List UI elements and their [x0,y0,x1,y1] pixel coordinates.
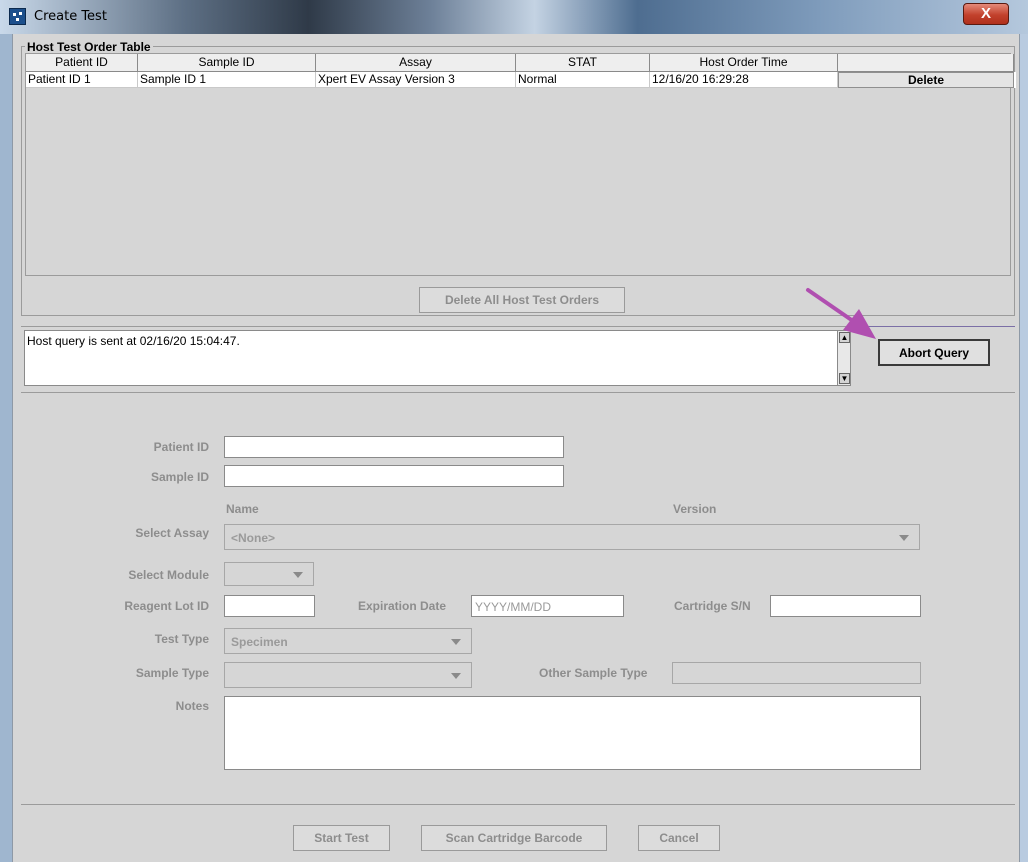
test-type-label: Test Type [154,632,209,646]
close-button[interactable]: X [963,3,1009,25]
expiration-date-label: Expiration Date [358,599,447,613]
host-test-order-group: Host Test Order Table Patient ID Sample … [21,40,1016,316]
select-assay-dropdown[interactable]: <None> [224,524,920,550]
group-label: Host Test Order Table [25,40,153,54]
panel-separator [21,392,1015,393]
dialog-content: Host Test Order Table Patient ID Sample … [12,34,1020,862]
chevron-down-icon [293,572,303,578]
stat-cell[interactable]: Normal [516,72,650,88]
sample-type-dropdown[interactable] [224,662,472,688]
column-header[interactable] [838,54,1014,72]
reagent-lot-label: Reagent Lot ID [124,599,209,613]
scan-cartridge-barcode-button[interactable]: Scan Cartridge Barcode [421,825,607,851]
patient-id-cell[interactable]: Patient ID 1 [26,72,138,88]
patient-id-input[interactable] [224,436,564,458]
select-module-dropdown[interactable] [224,562,314,586]
select-assay-value: <None> [231,531,276,545]
reagent-lot-input[interactable] [224,595,315,617]
query-status-text: Host query is sent at 02/16/20 15:04:47. [24,330,838,386]
assay-name-header: Name [226,502,259,516]
app-icon [9,8,26,25]
start-test-button[interactable]: Start Test [293,825,390,851]
assay-cell[interactable]: Xpert EV Assay Version 3 [316,72,516,88]
table-header: Patient ID Sample ID Assay STAT Host Ord… [26,54,1016,72]
column-header[interactable]: Assay [316,54,516,72]
sample-id-input[interactable] [224,465,564,487]
scroll-up-icon[interactable]: ▲ [839,332,850,343]
cancel-button[interactable]: Cancel [638,825,720,851]
assay-version-header: Version [673,502,717,516]
column-header[interactable]: STAT [516,54,650,72]
query-scrollbar[interactable]: ▲ ▼ [837,330,851,386]
select-assay-label: Select Assay [135,526,209,540]
expiration-date-input[interactable]: YYYY/MM/DD [471,595,624,617]
expiration-placeholder: YYYY/MM/DD [475,600,552,614]
delete-all-host-orders-button[interactable]: Delete All Host Test Orders [419,287,625,313]
host-order-table: Patient ID Sample ID Assay STAT Host Ord… [25,53,1016,276]
other-sample-type-label: Other Sample Type [539,666,648,680]
button-bar: Start Test Scan Cartridge Barcode Cancel [21,804,1015,862]
sample-id-cell[interactable]: Sample ID 1 [138,72,316,88]
test-type-dropdown[interactable]: Specimen [224,628,472,654]
column-header[interactable]: Patient ID [26,54,138,72]
host-order-time-cell[interactable]: 12/16/20 16:29:28 [650,72,838,88]
create-test-window: Create Test X Host Test Order Table Pati… [0,0,1028,862]
table-row[interactable]: Patient ID 1 Sample ID 1 Xpert EV Assay … [26,72,1016,88]
delete-row-button[interactable]: Delete [838,72,1014,88]
cartridge-sn-input[interactable] [770,595,921,617]
column-header[interactable]: Sample ID [138,54,316,72]
select-module-label: Select Module [128,568,209,582]
chevron-down-icon [451,639,461,645]
chevron-down-icon [451,673,461,679]
window-title: Create Test [34,9,107,24]
other-sample-type-input[interactable] [672,662,921,684]
notes-textarea[interactable] [224,696,921,770]
notes-label: Notes [175,699,209,713]
scroll-down-icon[interactable]: ▼ [839,373,850,384]
cartridge-sn-label: Cartridge S/N [674,599,751,613]
sample-id-label: Sample ID [150,470,209,484]
test-type-value: Specimen [231,635,288,649]
abort-query-button[interactable]: Abort Query [878,339,990,366]
patient-id-label: Patient ID [153,440,209,454]
column-header[interactable]: Host Order Time [650,54,838,72]
chevron-down-icon [899,535,909,541]
title-bar: Create Test X [0,0,1028,34]
sample-type-label: Sample Type [135,666,209,680]
separator-accent [853,326,1015,327]
